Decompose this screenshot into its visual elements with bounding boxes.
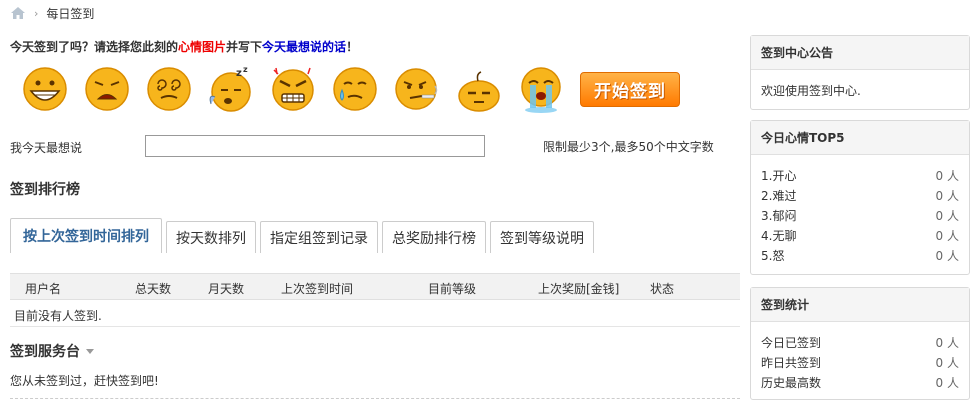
- stat-count: 0 人: [935, 355, 959, 370]
- say-hint: 限制最少3个,最多50个中文字数: [543, 140, 714, 154]
- list-item: 5.怒 0 人: [761, 245, 959, 265]
- chevron-right-icon: ›: [34, 6, 39, 20]
- column-last-checkin-time: 上次签到时间: [281, 282, 354, 296]
- ranking-empty-message: 目前没有人签到.: [14, 309, 102, 323]
- dashed-divider: [10, 398, 740, 399]
- notice-text: 欢迎使用签到中心.: [761, 84, 861, 98]
- tab-by-days[interactable]: 按天数排列: [166, 221, 256, 253]
- start-checkin-button[interactable]: 开始签到: [580, 71, 680, 107]
- stat-count: 0 人: [935, 375, 959, 390]
- ranking-table-header: 用户名 总天数 月天数 上次签到时间 目前等级 上次奖励[金钱] 状态: [10, 273, 740, 300]
- svg-text:z: z: [236, 68, 242, 79]
- stats-title: 签到统计: [751, 288, 969, 322]
- mood-top5-panel: 今日心情TOP5 1.开心 0 人 2.难过 0 人 3.郁闷 0 人 4.无聊 0 人…: [750, 120, 970, 275]
- mood-happy-icon[interactable]: [20, 64, 70, 114]
- mood-label: 2.难过: [761, 188, 797, 203]
- say-row: 我今天最想说 限制最少3个,最多50个中文字数: [10, 135, 730, 157]
- mood-label: 4.无聊: [761, 228, 797, 243]
- mood-sad-icon[interactable]: [82, 64, 132, 114]
- mood-dizzy-icon[interactable]: [144, 64, 194, 114]
- mood-lazy-icon[interactable]: [454, 64, 504, 114]
- tab-level-info[interactable]: 签到等级说明: [490, 221, 594, 253]
- tab-by-last-checkin[interactable]: 按上次签到时间排列: [10, 218, 162, 253]
- column-last-reward: 上次奖励[金钱]: [538, 282, 620, 296]
- column-total-days: 总天数: [135, 282, 172, 296]
- stat-count: 0 人: [935, 335, 959, 350]
- mood-count: 0 人: [935, 208, 959, 223]
- column-status: 状态: [650, 282, 675, 296]
- list-item: 4.无聊 0 人: [761, 225, 959, 245]
- list-item: 2.难过 0 人: [761, 185, 959, 205]
- home-icon[interactable]: [10, 6, 26, 20]
- intro-text-3: ！: [346, 40, 359, 54]
- mood-label: 1.开心: [761, 168, 797, 183]
- list-item: 昨日共签到 0 人: [761, 352, 959, 372]
- stat-label: 昨日共签到: [761, 355, 822, 370]
- mood-label: 3.郁闷: [761, 208, 797, 223]
- say-input[interactable]: [145, 135, 485, 157]
- mood-struggle-icon[interactable]: [392, 64, 442, 114]
- service-title[interactable]: 签到服务台: [10, 341, 94, 361]
- stats-panel: 签到统计 今日已签到 0 人 昨日共签到 0 人 历史最高数 0 人: [750, 287, 970, 400]
- checkin-intro: 今天签到了吗？请选择您此刻的心情图片并写下今天最想说的话！: [10, 38, 358, 55]
- breadcrumb-current: 每日签到: [46, 6, 95, 21]
- intro-highlight-mood: 心情图片: [178, 40, 227, 54]
- column-month-days: 月天数: [208, 282, 245, 296]
- breadcrumb: › 每日签到: [10, 4, 94, 22]
- stat-label: 历史最高数: [761, 375, 822, 390]
- divider: [10, 326, 740, 327]
- list-item: 1.开心 0 人: [761, 165, 959, 185]
- column-username: 用户名: [25, 282, 62, 296]
- mood-count: 0 人: [935, 228, 959, 243]
- intro-text-1: 今天签到了吗？请选择您此刻的: [10, 40, 179, 54]
- svg-text:z: z: [243, 65, 248, 74]
- mood-top5-title: 今日心情TOP5: [751, 121, 969, 155]
- mood-label: 5.怒: [761, 248, 785, 263]
- intro-text-2: 并写下: [226, 40, 263, 54]
- column-current-level: 目前等级: [428, 282, 477, 296]
- say-label: 我今天最想说: [10, 141, 83, 155]
- ranking-title: 签到排行榜: [10, 182, 80, 198]
- list-item: 今日已签到 0 人: [761, 332, 959, 352]
- tab-total-reward[interactable]: 总奖励排行榜: [382, 221, 486, 253]
- mood-count: 0 人: [935, 188, 959, 203]
- mood-sweat-icon[interactable]: [330, 64, 380, 114]
- list-item: 历史最高数 0 人: [761, 372, 959, 392]
- list-item: 3.郁闷 0 人: [761, 205, 959, 225]
- mood-count: 0 人: [935, 168, 959, 183]
- mood-picker: z z 开始签到: [20, 64, 680, 114]
- mood-count: 0 人: [935, 248, 959, 263]
- stat-label: 今日已签到: [761, 335, 822, 350]
- mood-sleepy-icon[interactable]: z z: [206, 64, 256, 114]
- service-message: 您从未签到过，赶快签到吧!: [10, 374, 159, 388]
- notice-title: 签到中心公告: [751, 36, 969, 70]
- ranking-tabs: 按上次签到时间排列 按天数排列 指定组签到记录 总奖励排行榜 签到等级说明: [10, 218, 740, 253]
- notice-panel: 签到中心公告 欢迎使用签到中心.: [750, 35, 970, 110]
- mood-angry-icon[interactable]: [268, 64, 318, 114]
- mood-cry-icon[interactable]: [516, 64, 566, 114]
- caret-down-icon[interactable]: [86, 348, 94, 354]
- service-title-label: 签到服务台: [10, 344, 80, 360]
- tab-group-records[interactable]: 指定组签到记录: [260, 221, 378, 253]
- intro-highlight-say: 今天最想说的话: [262, 40, 347, 54]
